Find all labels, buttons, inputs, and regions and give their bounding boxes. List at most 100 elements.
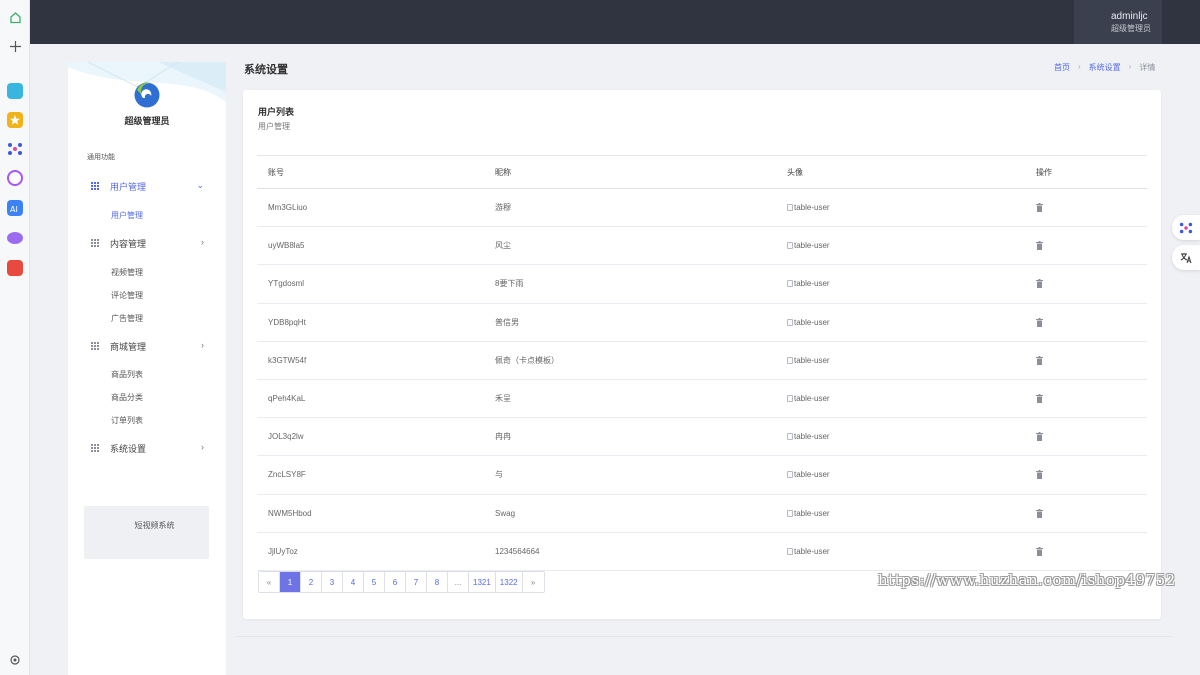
table-row: NWM5Hbod Swag table-user	[257, 495, 1147, 533]
pagination-page-button[interactable]: 5	[364, 572, 385, 592]
menu-sub-product-list[interactable]: 商品列表	[111, 369, 143, 380]
menu-sub-video[interactable]: 视频管理	[111, 267, 143, 278]
game-app-icon[interactable]	[7, 260, 23, 276]
trash-icon	[1036, 355, 1043, 365]
table-row: JOL3q2lw 冉冉 table-user	[257, 418, 1147, 457]
pagination-page-button[interactable]: 6	[385, 572, 406, 592]
network-tool-icon[interactable]	[1172, 215, 1200, 240]
delete-button[interactable]	[1036, 304, 1043, 341]
avatar-alt-text: table-user	[794, 355, 830, 365]
delete-button[interactable]	[1036, 227, 1043, 264]
nickname-cell: 普信男	[495, 317, 519, 327]
pagination-page-button[interactable]: 1	[280, 572, 301, 592]
delete-button[interactable]	[1036, 456, 1043, 493]
delete-button[interactable]	[1036, 380, 1043, 417]
column-header-avatar: 头像	[787, 167, 803, 177]
menu-section-label: 通用功能	[87, 154, 115, 161]
table-row: uyWB8la5 风尘 table-user	[257, 227, 1147, 266]
chat-app-icon[interactable]	[7, 232, 23, 244]
admin-title: 超级管理员	[124, 116, 170, 126]
account-cell: qPeh4KaL	[268, 394, 306, 404]
trash-icon	[1036, 241, 1043, 251]
pagination-page-button[interactable]: 1322	[495, 572, 523, 592]
trash-icon	[1036, 394, 1043, 404]
ai-ring-app-icon[interactable]	[7, 170, 23, 186]
avatar-cell: table-user	[787, 342, 830, 379]
delete-button[interactable]	[1036, 533, 1043, 570]
broken-image-icon	[787, 280, 793, 288]
account-cell: JjlUyToz	[268, 546, 298, 556]
home-icon[interactable]	[6, 8, 24, 26]
grid-icon	[91, 239, 99, 247]
account-cell: YDB8pqHt	[268, 317, 306, 327]
pagination-page-button[interactable]: 2	[301, 572, 322, 592]
card-title: 用户列表	[258, 107, 295, 117]
account-cell: Mm3GLiuo	[268, 203, 308, 213]
ai-app-icon[interactable]: AI	[7, 200, 23, 216]
pagination-page-button[interactable]: 3	[322, 572, 343, 592]
network-app-icon[interactable]	[7, 141, 23, 157]
pagination-prev-button[interactable]: «	[259, 572, 280, 592]
user-role: 超级管理员	[1111, 24, 1151, 33]
svg-text:AI: AI	[10, 205, 18, 214]
menu-sub-order-list[interactable]: 订单列表	[111, 415, 143, 426]
menu-group-content[interactable]: 内容管理 ›	[91, 235, 206, 251]
column-header-nickname: 昵称	[495, 167, 511, 177]
account-cell: k3GTW54f	[268, 355, 307, 365]
avatar-cell: table-user	[787, 380, 830, 417]
menu-sub-comment[interactable]: 评论管理	[111, 290, 143, 301]
menu-group-system[interactable]: 系统设置 ›	[91, 440, 206, 456]
card-subtitle: 用户管理	[258, 122, 290, 131]
trash-icon	[1036, 279, 1043, 289]
pagination-ellipsis: ...	[448, 572, 469, 592]
pagination-page-button[interactable]: 7	[406, 572, 427, 592]
pagination-page-button[interactable]: 8	[427, 572, 448, 592]
breadcrumb-home[interactable]: 首页	[1054, 62, 1070, 73]
broken-image-icon	[787, 433, 793, 441]
table-header-row: 账号 昵称 头像 操作	[257, 155, 1147, 189]
delete-button[interactable]	[1036, 189, 1043, 226]
breadcrumb: 首页 › 系统设置 › 详情	[1054, 62, 1155, 73]
avatar-alt-text: table-user	[794, 203, 830, 213]
chevron-right-icon: ›	[201, 340, 204, 350]
menu-sub-product-category[interactable]: 商品分类	[111, 392, 143, 403]
table-row: k3GTW54f 佩奇（卡点模板） table-user	[257, 342, 1147, 380]
table-row: Mm3GLiuo 游穆 table-user	[257, 189, 1147, 228]
delete-button[interactable]	[1036, 495, 1043, 532]
avatar-alt-text: table-user	[794, 279, 830, 289]
breadcrumb-system[interactable]: 系统设置	[1089, 62, 1121, 73]
avatar-alt-text: table-user	[794, 241, 830, 251]
avatar-cell: table-user	[787, 227, 830, 264]
user-name: adminljc	[1111, 11, 1148, 22]
translate-icon[interactable]	[1172, 245, 1200, 270]
add-icon[interactable]	[6, 37, 24, 55]
star-app-icon[interactable]	[7, 112, 23, 128]
settings-icon[interactable]	[6, 651, 24, 669]
user-menu[interactable]	[1074, 0, 1162, 44]
pagination-page-button[interactable]: 4	[343, 572, 364, 592]
pagination: «1 2 3 4 5 6 7 8... 1321 1322»	[258, 571, 545, 593]
table-row: ZncLSY8F 与 table-user	[257, 456, 1147, 495]
nickname-cell: 8要下雨	[495, 279, 524, 289]
table-row: JjlUyToz 1234564664 table-user	[257, 533, 1147, 571]
menu-group-shop[interactable]: 商城管理 ›	[91, 338, 206, 354]
app-icon-1[interactable]	[7, 83, 23, 99]
grid-icon	[91, 182, 99, 190]
pagination-page-button[interactable]: 1321	[469, 572, 496, 592]
pagination-next-button[interactable]: »	[522, 572, 544, 592]
menu-sub-ads[interactable]: 广告管理	[111, 313, 143, 324]
nickname-cell: 与	[495, 470, 503, 480]
trash-icon	[1036, 546, 1043, 556]
avatar-cell: table-user	[787, 265, 830, 302]
breadcrumb-separator-icon: ›	[1078, 62, 1081, 71]
nickname-cell: 佩奇（卡点模板）	[495, 355, 559, 365]
delete-button[interactable]	[1036, 418, 1043, 455]
menu-sub-user-manage[interactable]: 用户管理	[111, 210, 143, 221]
breadcrumb-current: 详情	[1139, 63, 1156, 72]
menu-group-user[interactable]: 用户管理 ⌄	[91, 178, 206, 194]
nickname-cell: 禾呈	[495, 394, 511, 404]
avatar-cell: table-user	[787, 456, 830, 493]
delete-button[interactable]	[1036, 342, 1043, 379]
delete-button[interactable]	[1036, 265, 1043, 302]
broken-image-icon	[787, 356, 793, 364]
